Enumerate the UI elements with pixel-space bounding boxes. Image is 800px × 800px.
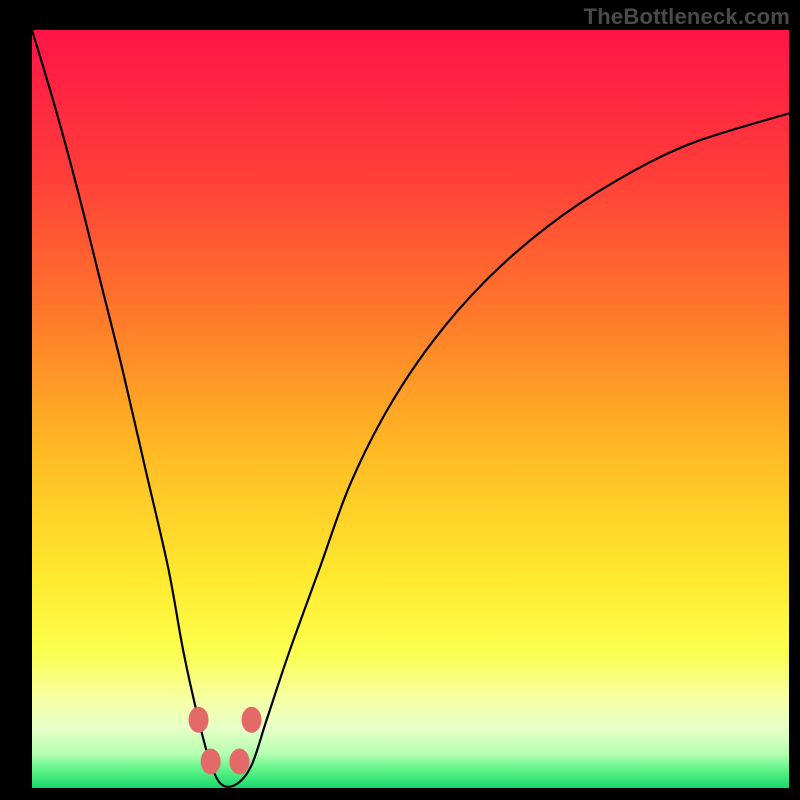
optimal-marker (242, 707, 262, 733)
optimal-marker (229, 748, 249, 774)
attribution-text: TheBottleneck.com (584, 4, 790, 30)
optimal-marker (201, 748, 221, 774)
chart-canvas: TheBottleneck.com (0, 0, 800, 800)
optimal-marker (189, 707, 209, 733)
bottleneck-chart (0, 0, 800, 800)
chart-background (32, 30, 789, 788)
